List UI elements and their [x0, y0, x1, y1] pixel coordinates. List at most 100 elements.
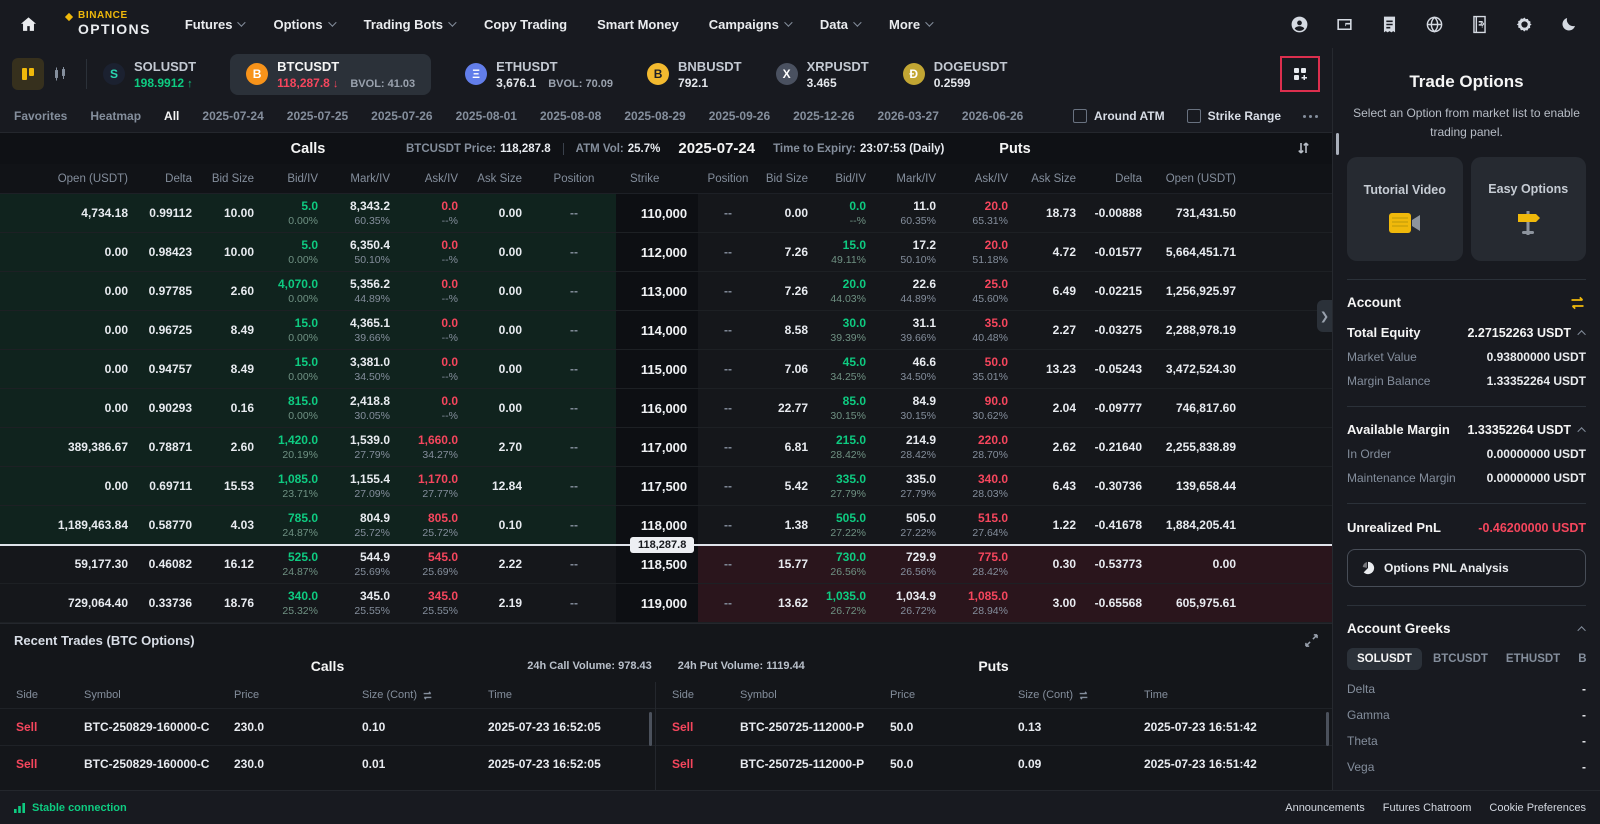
recent-puts-rows: Sell BTC-250725-112000-P 50.0 0.13 2025-07-2…	[656, 708, 1332, 782]
option-chain: Calls BTCUSDT Price: 118,287.8 ATM Vol: 25…	[0, 133, 1332, 623]
nav-item-trading-bots[interactable]: Trading Bots	[364, 17, 457, 32]
call-ask-iv: 0.0 --%	[400, 311, 468, 349]
options-pnl-analysis-button[interactable]: Options PNL Analysis	[1347, 549, 1586, 588]
put-open: 731,431.50	[1175, 206, 1236, 220]
footer-link-cookie-preferences[interactable]: Cookie Preferences	[1489, 802, 1586, 814]
nav-item-smart-money[interactable]: Smart Money	[597, 17, 679, 32]
col-header-side: Side	[672, 689, 695, 701]
col-header-put-ask-iv: Ask/IV	[974, 172, 1008, 185]
divider	[86, 59, 87, 89]
greek-tab-bnbusdt[interactable]: BNBUSDT	[1571, 648, 1586, 670]
tab-2025-08-29[interactable]: 2025-08-29	[624, 109, 685, 123]
tab-all[interactable]: All	[164, 109, 179, 123]
chain-row-117500[interactable]: 0.00 0.69711 15.53 1,085.0 23.71% 1,155.4 27.0…	[0, 467, 1332, 506]
tab-favorites[interactable]: Favorites	[14, 109, 67, 123]
tab-2026-03-27[interactable]: 2026-03-27	[878, 109, 939, 123]
chain-row-117000[interactable]: 389,386.67 0.78871 2.60 1,420.0 20.19% 1,539.…	[0, 428, 1332, 467]
theme-moon-icon[interactable]	[1560, 15, 1578, 33]
collapse-chevron-icon[interactable]	[1577, 426, 1586, 436]
easy-options-card[interactable]: Easy Options	[1470, 157, 1586, 262]
chain-row-113000[interactable]: 0.00 0.97785 2.60 4,070.0 0.00% 5,356.2 44.89%…	[0, 272, 1332, 311]
trade-price: 230.0	[234, 720, 265, 734]
call-position: --	[532, 428, 616, 466]
call-ask-size: 0.00	[468, 194, 532, 232]
greek-tab-solusdt[interactable]: SOLUSDT	[1347, 648, 1422, 671]
call-bid-size: 15.53	[202, 467, 264, 505]
nav-item-copy-trading[interactable]: Copy Trading	[484, 17, 567, 32]
tab-2025-09-26[interactable]: 2025-09-26	[709, 109, 770, 123]
chain-row-119000[interactable]: 729,064.40 0.33736 18.76 340.0 25.32% 345.0 25…	[0, 584, 1332, 623]
binance-options-logo[interactable]: BINANCE OPTIONS	[64, 11, 151, 36]
strike-range-checkbox[interactable]: Strike Range	[1186, 109, 1281, 123]
chain-row-112000[interactable]: 0.00 0.98423 10.00 5.0 0.00% 6,350.4 50.10% 0.0…	[0, 233, 1332, 272]
home-icon[interactable]	[16, 12, 40, 36]
chain-row-114000[interactable]: 0.00 0.96725 8.49 15.0 0.00% 4,365.1 39.66% 0.0…	[0, 311, 1332, 350]
layout-grid-icon-highlighted[interactable]	[1280, 56, 1320, 92]
ticker-xrpusdt[interactable]: X XRPUSDT 3.465	[775, 54, 869, 95]
footer-link-announcements[interactable]: Announcements	[1285, 802, 1365, 814]
call-open: 0.00	[0, 233, 138, 271]
ticker-bnbusdt[interactable]: B BNBUSDT 792.1	[647, 54, 742, 95]
call-mark-iv: 345.0 25.55%	[354, 589, 390, 617]
ticker-ethusdt[interactable]: Ξ ETHUSDT 3,676.1 BVOL: 70.09	[465, 54, 613, 95]
tab-2025-07-26[interactable]: 2025-07-26	[371, 109, 432, 123]
chain-row-116000[interactable]: 0.00 0.90293 0.16 815.0 0.00% 2,418.8 30.05% 0.…	[0, 389, 1332, 428]
call-open: 729,064.40	[67, 596, 128, 610]
nav-item-options[interactable]: Options	[273, 17, 337, 32]
tutorial-video-card[interactable]: Tutorial Video	[1347, 157, 1463, 262]
put-bid-iv: 85.0 30.15%	[830, 394, 866, 422]
nav-item-more[interactable]: More	[889, 17, 934, 32]
tab-heatmap[interactable]: Heatmap	[90, 109, 141, 123]
scrollbar-thumb[interactable]	[649, 712, 652, 746]
call-ask-size: 2.22	[498, 557, 522, 571]
nav-item-data[interactable]: Data	[820, 17, 862, 32]
strike: 113,000	[616, 272, 698, 310]
put-ask-size: 13.23	[1045, 362, 1076, 376]
chain-row-110000[interactable]: 4,734.18 0.99112 10.00 5.0 0.00% 8,343.2 60.35…	[0, 194, 1332, 233]
tab-2025-08-01[interactable]: 2025-08-01	[456, 109, 517, 123]
connection-status: Stable connection	[14, 802, 127, 814]
col-header-strike: Strike	[630, 172, 660, 185]
footer-link-futures-chatroom[interactable]: Futures Chatroom	[1383, 802, 1472, 814]
settings-gear-icon[interactable]	[1515, 15, 1534, 34]
ticker-solusdt[interactable]: S SOLUSDT 198.9912 ↑	[103, 54, 196, 95]
tab-2025-07-24[interactable]: 2025-07-24	[202, 109, 263, 123]
put-position: --	[724, 440, 732, 454]
chain-row-115000[interactable]: 0.00 0.94757 8.49 15.0 0.00% 3,381.0 34.50% 0.0…	[0, 350, 1332, 389]
candlestick-view-toggle[interactable]	[44, 58, 76, 90]
greek-tab-ethusdt[interactable]: ETHUSDT	[1499, 648, 1567, 670]
around-atm-checkbox[interactable]: Around ATM	[1072, 109, 1165, 123]
profile-icon[interactable]	[1290, 15, 1309, 34]
language-globe-icon[interactable]	[1425, 15, 1444, 34]
tab-2026-06-26[interactable]: 2026-06-26	[962, 109, 1023, 123]
collapse-chevron-icon[interactable]	[1577, 625, 1586, 635]
scrollbar-thumb[interactable]	[1326, 712, 1329, 746]
recent-calls-table: Side Symbol Price Size (Cont) Time Sell BTC-2…	[0, 682, 655, 790]
panel-expander-chevron[interactable]: ❯	[1317, 300, 1332, 332]
nav-item-campaigns[interactable]: Campaigns	[709, 17, 793, 32]
nav-item-futures[interactable]: Futures	[185, 17, 247, 32]
wallet-icon[interactable]	[1335, 15, 1354, 34]
chain-rows: 4,734.18 0.99112 10.00 5.0 0.00% 8,343.2 60.35…	[0, 194, 1332, 623]
call-position: --	[532, 194, 616, 232]
call-bid-iv: 1,420.0 20.19%	[264, 428, 328, 466]
ticker-btcusdt[interactable]: B BTCUSDT 118,287.8 ↓ BVOL: 41.03	[230, 53, 432, 95]
transfer-icon[interactable]	[1569, 296, 1586, 310]
orders-icon[interactable]	[1380, 15, 1399, 34]
guide-icon[interactable]: ?	[1470, 15, 1489, 34]
greek-tab-btcusdt[interactable]: BTCUSDT	[1426, 648, 1495, 670]
call-bid-iv: 525.0 24.87%	[282, 550, 318, 578]
scrollbar-thumb[interactable]	[1336, 133, 1339, 155]
ticker-dogeusdt[interactable]: Ð DOGEUSDT 0.2599	[902, 54, 1007, 95]
more-options-icon[interactable]	[1303, 111, 1318, 122]
trade-symbol: BTC-250725-112000-P	[740, 720, 865, 734]
sort-icon[interactable]	[1297, 141, 1310, 155]
tab-2025-12-26[interactable]: 2025-12-26	[793, 109, 854, 123]
easy-options-label: Easy Options	[1488, 181, 1569, 196]
expand-icon[interactable]	[1305, 634, 1318, 647]
tab-2025-08-08[interactable]: 2025-08-08	[540, 109, 601, 123]
grid-view-toggle[interactable]	[12, 58, 44, 90]
tab-2025-07-25[interactable]: 2025-07-25	[287, 109, 348, 123]
call-delta: 0.58770	[138, 506, 202, 544]
collapse-chevron-icon[interactable]	[1577, 329, 1586, 339]
